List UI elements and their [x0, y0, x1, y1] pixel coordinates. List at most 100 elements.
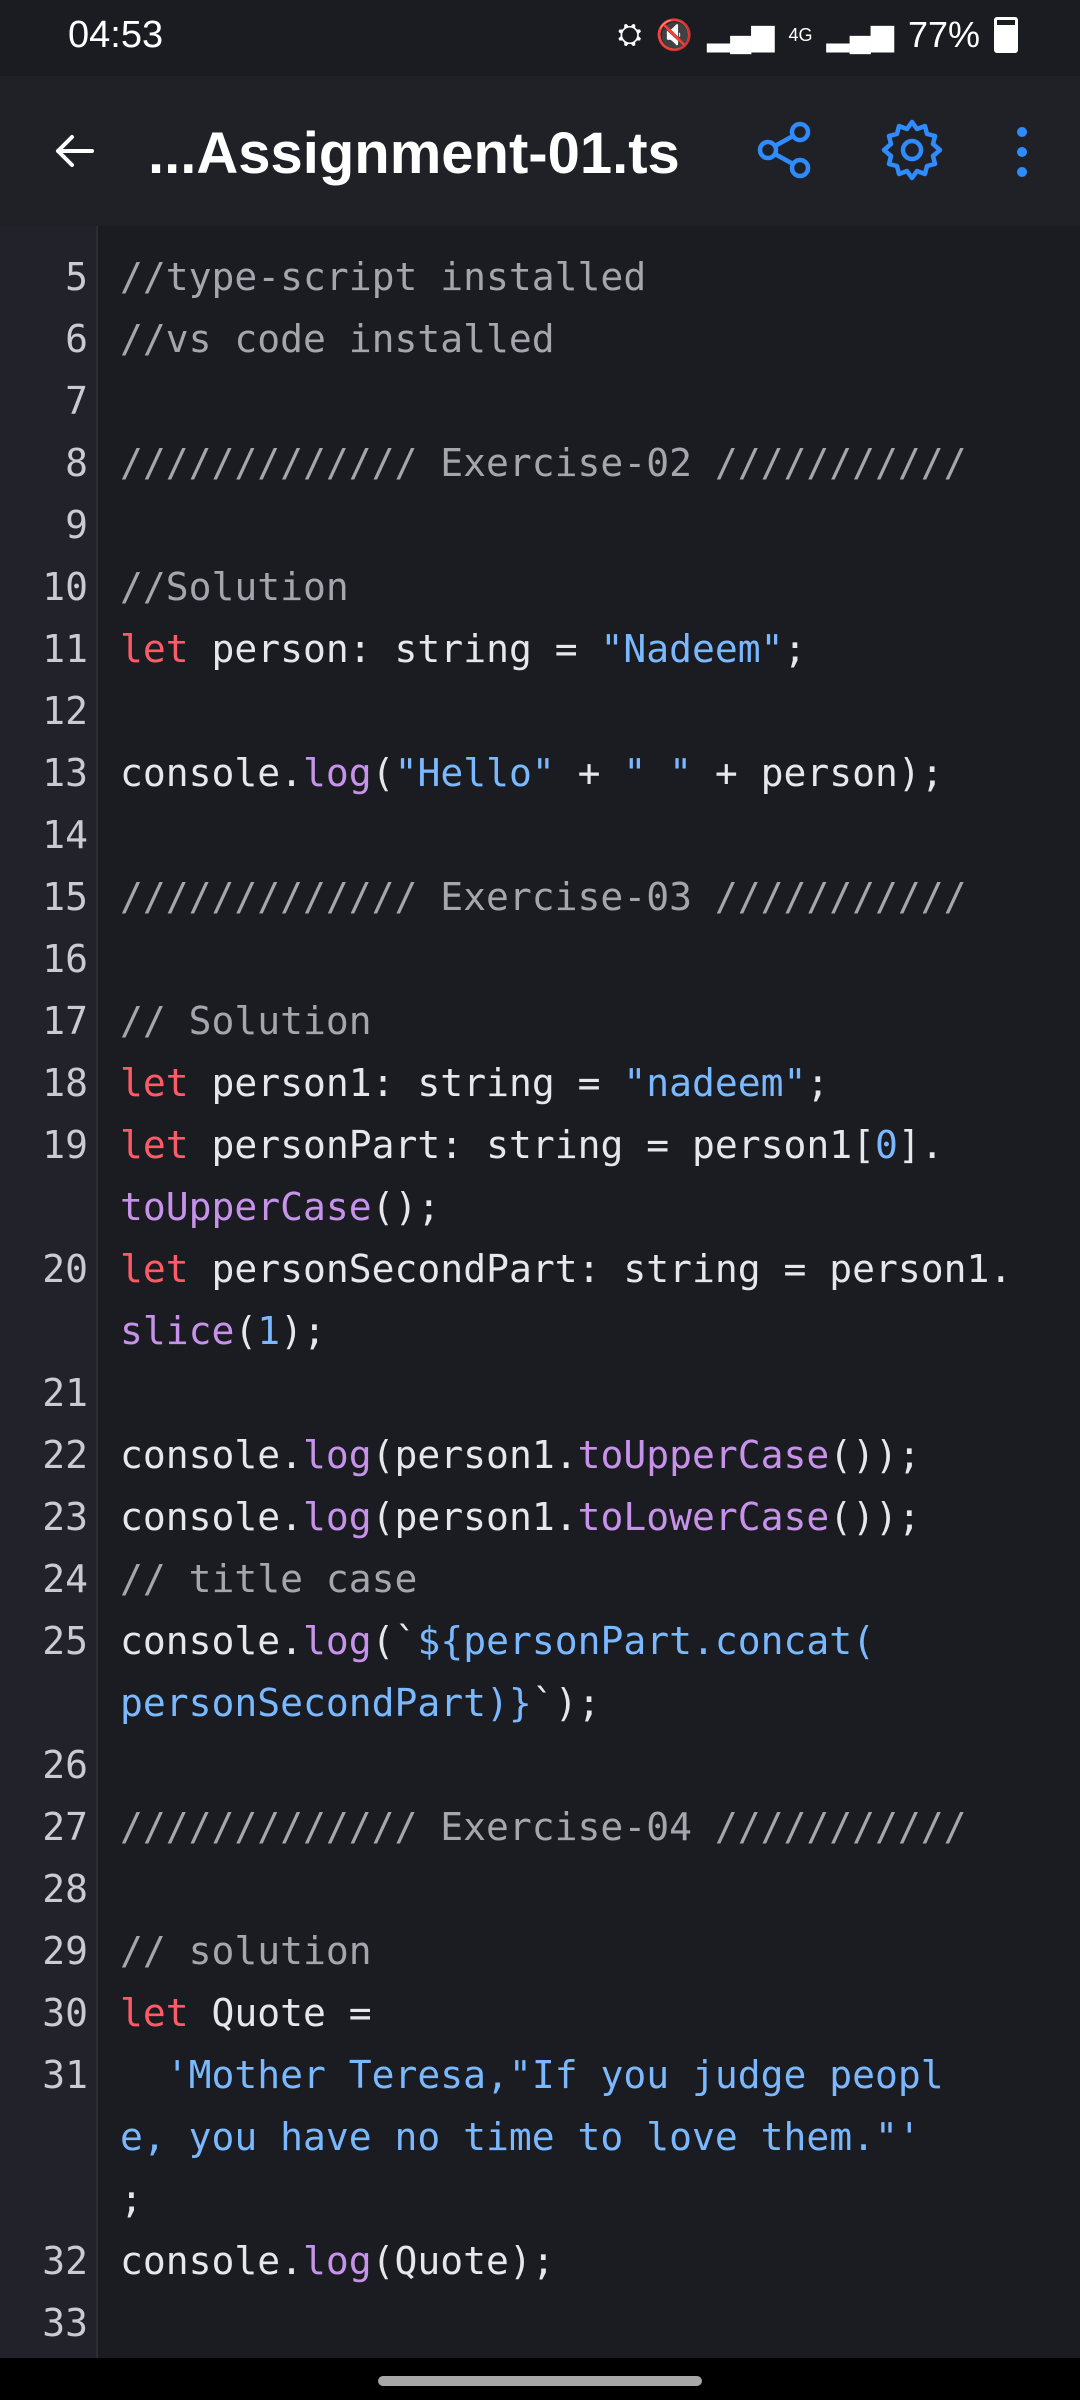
mute-icon: 🔇	[655, 18, 694, 52]
code-line: 27 ///////////// Exercise-04 ///////////	[0, 1796, 1080, 1858]
line-number: 33	[42, 2301, 88, 2345]
line-content: ;	[102, 2168, 1080, 2230]
code-token: // title case	[120, 1557, 418, 1601]
line-content: 'Mother Teresa,"If you judge peopl	[102, 2044, 1080, 2106]
code-token: toUpperCase	[120, 1185, 372, 1229]
line-number: 12	[42, 689, 88, 733]
line-content	[102, 2292, 1080, 2354]
line-content: console.log(person1.toLowerCase());	[102, 1486, 1080, 1548]
code-token: toLowerCase	[577, 1495, 830, 1539]
code-token: //Solution	[120, 565, 349, 609]
line-number: 7	[65, 379, 88, 423]
line-content: // Solution	[102, 990, 1080, 1052]
code-line: 20 let personSecondPart: string = person1…	[0, 1238, 1080, 1300]
code-token: console.	[120, 751, 304, 795]
code-line: 11 let person: string = "Nadeem";	[0, 618, 1080, 680]
line-number: 23	[42, 1495, 88, 1539]
line-content: console.log(Quote);	[102, 2230, 1080, 2292]
line-content: let person: string = "Nadeem";	[102, 618, 1080, 680]
code-line: 13 console.log("Hello" + " " + person);	[0, 742, 1080, 804]
code-token: let	[120, 1247, 189, 1291]
code-line: ;	[0, 2168, 1080, 2230]
code-token: ///////////// Exercise-04 ///////////	[120, 1805, 967, 1849]
code-line: 14	[0, 804, 1080, 866]
code-editor[interactable]: 5 //type-script installed 6 //vs code insta…	[0, 226, 1080, 2358]
code-token: log	[303, 1495, 372, 1539]
code-line: toUpperCase();	[0, 1176, 1080, 1238]
line-number: 16	[42, 937, 88, 981]
code-token: //type-script installed	[120, 255, 647, 299]
code-token: console.	[120, 1433, 304, 1477]
more-vert-icon	[1017, 127, 1027, 177]
code-token: ;	[806, 1061, 830, 1105]
code-token: (Quote);	[371, 2239, 555, 2283]
line-content: console.log(person1.toUpperCase());	[102, 1424, 1080, 1486]
code-line: personSecondPart)}`);	[0, 1672, 1080, 1734]
code-line: slice(1);	[0, 1300, 1080, 1362]
code-line: 22 console.log(person1.toUpperCase());	[0, 1424, 1080, 1486]
code-token: let	[120, 1123, 189, 1167]
nfc-icon: ⛭	[617, 18, 642, 51]
code-line: 16	[0, 928, 1080, 990]
line-content	[102, 928, 1080, 990]
line-content: // solution	[102, 1920, 1080, 1982]
back-button[interactable]	[44, 121, 104, 181]
code-line: 26	[0, 1734, 1080, 1796]
code-token: ///////////// Exercise-03 ///////////	[120, 875, 967, 919]
code-line: 31 'Mother Teresa,"If you judge peopl	[0, 2044, 1080, 2106]
code-token: "Nadeem"	[600, 627, 784, 671]
battery-percent: 77%	[907, 14, 980, 55]
code-token: ());	[829, 1433, 921, 1477]
line-number: 22	[42, 1433, 88, 1477]
line-content: slice(1);	[102, 1300, 1080, 1362]
line-number: 26	[42, 1743, 88, 1787]
code-line: 15 ///////////// Exercise-03 ///////////	[0, 866, 1080, 928]
code-line: 17 // Solution	[0, 990, 1080, 1052]
line-content	[102, 1362, 1080, 1424]
line-number: 8	[65, 441, 88, 485]
code-token: 1	[257, 1309, 281, 1353]
battery-icon	[994, 17, 1018, 53]
line-number	[0, 1176, 102, 1238]
code-lines: 5 //type-script installed 6 //vs code insta…	[0, 246, 1080, 2354]
code-line: 5 //type-script installed	[0, 246, 1080, 308]
code-line: 29 // solution	[0, 1920, 1080, 1982]
code-token: "Hello"	[394, 751, 555, 795]
line-number	[0, 2106, 102, 2168]
code-token: e, you have no time to love them."'	[120, 2115, 921, 2159]
line-number: 5	[65, 255, 88, 299]
code-token: );	[280, 1309, 326, 1353]
line-content: toUpperCase();	[102, 1176, 1080, 1238]
code-line: 25 console.log(`${personPart.concat(	[0, 1610, 1080, 1672]
code-line: 6 //vs code installed	[0, 308, 1080, 370]
line-content: let Quote =	[102, 1982, 1080, 2044]
line-content: ///////////// Exercise-02 ///////////	[102, 432, 1080, 494]
code-token: console.	[120, 1619, 304, 1663]
code-token: log	[303, 1433, 372, 1477]
code-token: 'Mother Teresa,"If you judge peopl	[165, 2053, 944, 2097]
code-token: // solution	[120, 1929, 372, 1973]
code-token: personPart: string = person1[	[211, 1123, 875, 1167]
share-button[interactable]	[752, 118, 816, 182]
line-number: 18	[42, 1061, 88, 1105]
line-number: 14	[42, 813, 88, 857]
code-token: ;	[120, 2177, 143, 2221]
code-token: +	[554, 751, 624, 795]
line-number: 24	[42, 1557, 88, 1601]
more-options-button[interactable]	[1002, 120, 1042, 184]
code-line: 18 let person1: string = "nadeem";	[0, 1052, 1080, 1114]
code-line: 10 //Solution	[0, 556, 1080, 618]
code-token: //vs code installed	[120, 317, 555, 361]
settings-button[interactable]	[878, 116, 946, 184]
line-content: //vs code installed	[102, 308, 1080, 370]
code-line: 21	[0, 1362, 1080, 1424]
code-token: personSecondPart)}	[120, 1681, 532, 1725]
code-line: 19 let personPart: string = person1[0].	[0, 1114, 1080, 1176]
home-gesture-handle[interactable]	[378, 2376, 702, 2386]
code-token: ].	[897, 1123, 944, 1167]
code-token: let	[120, 1991, 189, 2035]
code-token: let	[120, 1061, 189, 1105]
code-token: ());	[829, 1495, 921, 1539]
line-content: ///////////// Exercise-03 ///////////	[102, 866, 1080, 928]
line-number: 17	[42, 999, 88, 1043]
